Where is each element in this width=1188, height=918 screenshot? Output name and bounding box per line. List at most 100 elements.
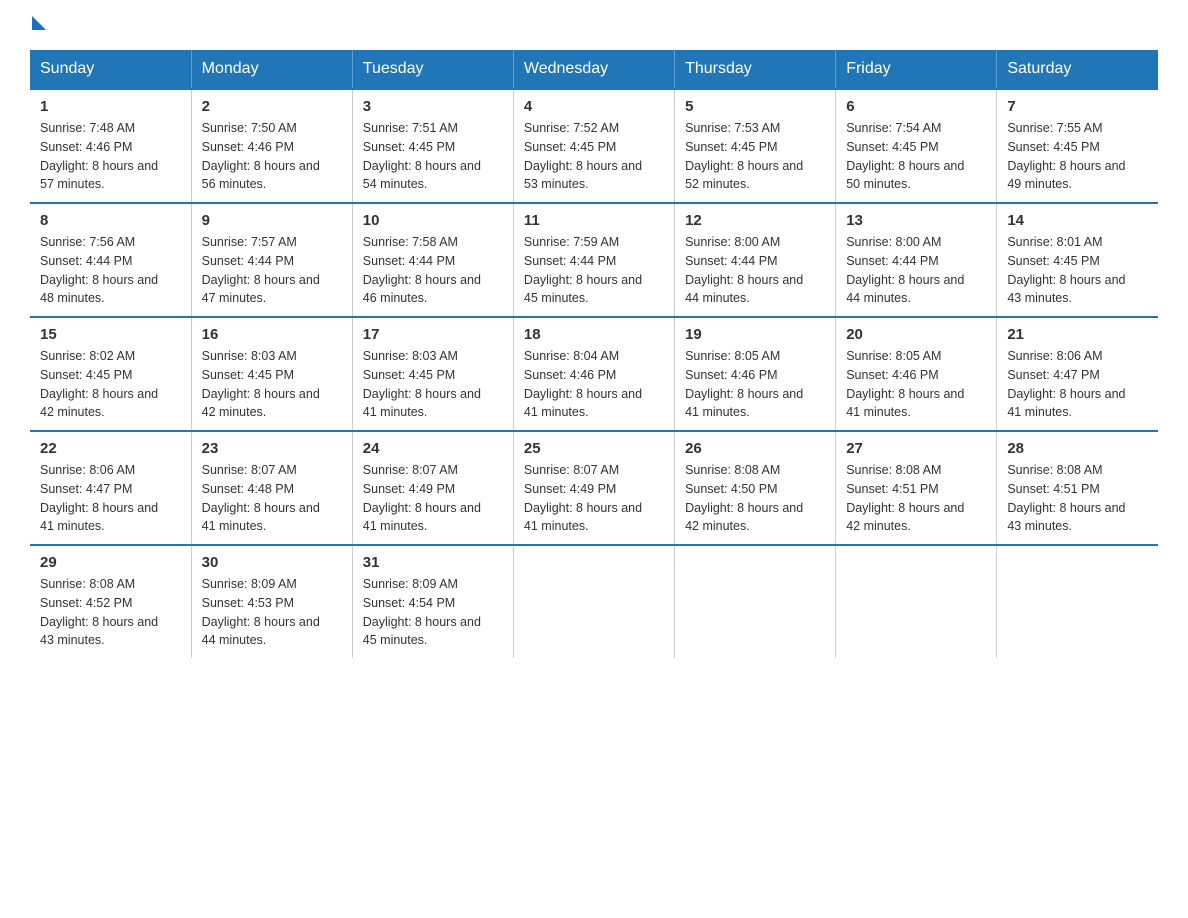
calendar-cell: 15 Sunrise: 8:02 AM Sunset: 4:45 PM Dayl… — [30, 317, 191, 431]
page-header — [30, 20, 1158, 30]
day-number: 17 — [363, 326, 503, 343]
calendar-cell: 21 Sunrise: 8:06 AM Sunset: 4:47 PM Dayl… — [997, 317, 1158, 431]
header-thursday: Thursday — [675, 50, 836, 89]
header-monday: Monday — [191, 50, 352, 89]
day-number: 4 — [524, 98, 664, 115]
day-info: Sunrise: 7:51 AM Sunset: 4:45 PM Dayligh… — [363, 119, 503, 194]
day-info: Sunrise: 8:01 AM Sunset: 4:45 PM Dayligh… — [1007, 233, 1148, 308]
calendar-cell: 9 Sunrise: 7:57 AM Sunset: 4:44 PM Dayli… — [191, 203, 352, 317]
day-number: 9 — [202, 212, 342, 229]
calendar-cell: 6 Sunrise: 7:54 AM Sunset: 4:45 PM Dayli… — [836, 89, 997, 203]
day-number: 21 — [1007, 326, 1148, 343]
calendar-cell: 19 Sunrise: 8:05 AM Sunset: 4:46 PM Dayl… — [675, 317, 836, 431]
day-number: 12 — [685, 212, 825, 229]
day-info: Sunrise: 8:03 AM Sunset: 4:45 PM Dayligh… — [202, 347, 342, 422]
day-number: 31 — [363, 554, 503, 571]
day-info: Sunrise: 8:08 AM Sunset: 4:51 PM Dayligh… — [846, 461, 986, 536]
day-info: Sunrise: 7:52 AM Sunset: 4:45 PM Dayligh… — [524, 119, 664, 194]
calendar-cell: 23 Sunrise: 8:07 AM Sunset: 4:48 PM Dayl… — [191, 431, 352, 545]
calendar-cell: 12 Sunrise: 8:00 AM Sunset: 4:44 PM Dayl… — [675, 203, 836, 317]
day-info: Sunrise: 8:07 AM Sunset: 4:48 PM Dayligh… — [202, 461, 342, 536]
day-number: 13 — [846, 212, 986, 229]
day-number: 19 — [685, 326, 825, 343]
day-number: 15 — [40, 326, 181, 343]
day-info: Sunrise: 7:54 AM Sunset: 4:45 PM Dayligh… — [846, 119, 986, 194]
calendar-header-row: SundayMondayTuesdayWednesdayThursdayFrid… — [30, 50, 1158, 89]
day-info: Sunrise: 8:05 AM Sunset: 4:46 PM Dayligh… — [846, 347, 986, 422]
calendar-cell — [675, 545, 836, 658]
day-number: 25 — [524, 440, 664, 457]
day-info: Sunrise: 8:09 AM Sunset: 4:54 PM Dayligh… — [363, 575, 503, 650]
calendar-cell: 4 Sunrise: 7:52 AM Sunset: 4:45 PM Dayli… — [513, 89, 674, 203]
logo-triangle-icon — [32, 16, 46, 30]
logo — [30, 20, 46, 30]
day-number: 20 — [846, 326, 986, 343]
day-info: Sunrise: 8:07 AM Sunset: 4:49 PM Dayligh… — [363, 461, 503, 536]
day-info: Sunrise: 8:04 AM Sunset: 4:46 PM Dayligh… — [524, 347, 664, 422]
day-info: Sunrise: 8:08 AM Sunset: 4:51 PM Dayligh… — [1007, 461, 1148, 536]
calendar-cell: 1 Sunrise: 7:48 AM Sunset: 4:46 PM Dayli… — [30, 89, 191, 203]
day-info: Sunrise: 8:00 AM Sunset: 4:44 PM Dayligh… — [685, 233, 825, 308]
day-number: 7 — [1007, 98, 1148, 115]
day-info: Sunrise: 8:08 AM Sunset: 4:52 PM Dayligh… — [40, 575, 181, 650]
calendar-week-row: 15 Sunrise: 8:02 AM Sunset: 4:45 PM Dayl… — [30, 317, 1158, 431]
day-number: 3 — [363, 98, 503, 115]
calendar-cell: 29 Sunrise: 8:08 AM Sunset: 4:52 PM Dayl… — [30, 545, 191, 658]
day-number: 8 — [40, 212, 181, 229]
calendar-cell: 10 Sunrise: 7:58 AM Sunset: 4:44 PM Dayl… — [352, 203, 513, 317]
calendar-cell: 7 Sunrise: 7:55 AM Sunset: 4:45 PM Dayli… — [997, 89, 1158, 203]
day-number: 22 — [40, 440, 181, 457]
day-number: 24 — [363, 440, 503, 457]
day-info: Sunrise: 8:02 AM Sunset: 4:45 PM Dayligh… — [40, 347, 181, 422]
header-friday: Friday — [836, 50, 997, 89]
day-number: 27 — [846, 440, 986, 457]
calendar-cell: 27 Sunrise: 8:08 AM Sunset: 4:51 PM Dayl… — [836, 431, 997, 545]
calendar-cell: 25 Sunrise: 8:07 AM Sunset: 4:49 PM Dayl… — [513, 431, 674, 545]
day-number: 18 — [524, 326, 664, 343]
day-number: 23 — [202, 440, 342, 457]
calendar-week-row: 1 Sunrise: 7:48 AM Sunset: 4:46 PM Dayli… — [30, 89, 1158, 203]
calendar-cell — [836, 545, 997, 658]
calendar-cell: 17 Sunrise: 8:03 AM Sunset: 4:45 PM Dayl… — [352, 317, 513, 431]
calendar-cell: 5 Sunrise: 7:53 AM Sunset: 4:45 PM Dayli… — [675, 89, 836, 203]
calendar-cell: 22 Sunrise: 8:06 AM Sunset: 4:47 PM Dayl… — [30, 431, 191, 545]
day-number: 14 — [1007, 212, 1148, 229]
calendar-cell — [997, 545, 1158, 658]
day-number: 11 — [524, 212, 664, 229]
day-info: Sunrise: 8:06 AM Sunset: 4:47 PM Dayligh… — [1007, 347, 1148, 422]
day-number: 28 — [1007, 440, 1148, 457]
day-info: Sunrise: 7:48 AM Sunset: 4:46 PM Dayligh… — [40, 119, 181, 194]
day-info: Sunrise: 8:09 AM Sunset: 4:53 PM Dayligh… — [202, 575, 342, 650]
calendar-cell: 13 Sunrise: 8:00 AM Sunset: 4:44 PM Dayl… — [836, 203, 997, 317]
calendar-cell: 26 Sunrise: 8:08 AM Sunset: 4:50 PM Dayl… — [675, 431, 836, 545]
calendar-week-row: 8 Sunrise: 7:56 AM Sunset: 4:44 PM Dayli… — [30, 203, 1158, 317]
day-number: 16 — [202, 326, 342, 343]
day-info: Sunrise: 8:07 AM Sunset: 4:49 PM Dayligh… — [524, 461, 664, 536]
day-info: Sunrise: 7:55 AM Sunset: 4:45 PM Dayligh… — [1007, 119, 1148, 194]
calendar-cell — [513, 545, 674, 658]
day-number: 6 — [846, 98, 986, 115]
calendar-cell: 8 Sunrise: 7:56 AM Sunset: 4:44 PM Dayli… — [30, 203, 191, 317]
day-info: Sunrise: 7:57 AM Sunset: 4:44 PM Dayligh… — [202, 233, 342, 308]
calendar-cell: 28 Sunrise: 8:08 AM Sunset: 4:51 PM Dayl… — [997, 431, 1158, 545]
day-info: Sunrise: 7:50 AM Sunset: 4:46 PM Dayligh… — [202, 119, 342, 194]
day-info: Sunrise: 7:58 AM Sunset: 4:44 PM Dayligh… — [363, 233, 503, 308]
header-sunday: Sunday — [30, 50, 191, 89]
day-info: Sunrise: 7:59 AM Sunset: 4:44 PM Dayligh… — [524, 233, 664, 308]
day-info: Sunrise: 8:03 AM Sunset: 4:45 PM Dayligh… — [363, 347, 503, 422]
calendar-cell: 14 Sunrise: 8:01 AM Sunset: 4:45 PM Dayl… — [997, 203, 1158, 317]
header-tuesday: Tuesday — [352, 50, 513, 89]
calendar-table: SundayMondayTuesdayWednesdayThursdayFrid… — [30, 50, 1158, 658]
day-number: 10 — [363, 212, 503, 229]
day-number: 30 — [202, 554, 342, 571]
day-number: 5 — [685, 98, 825, 115]
day-info: Sunrise: 8:05 AM Sunset: 4:46 PM Dayligh… — [685, 347, 825, 422]
header-saturday: Saturday — [997, 50, 1158, 89]
day-info: Sunrise: 7:53 AM Sunset: 4:45 PM Dayligh… — [685, 119, 825, 194]
calendar-cell: 11 Sunrise: 7:59 AM Sunset: 4:44 PM Dayl… — [513, 203, 674, 317]
calendar-cell: 30 Sunrise: 8:09 AM Sunset: 4:53 PM Dayl… — [191, 545, 352, 658]
calendar-cell: 3 Sunrise: 7:51 AM Sunset: 4:45 PM Dayli… — [352, 89, 513, 203]
calendar-week-row: 22 Sunrise: 8:06 AM Sunset: 4:47 PM Dayl… — [30, 431, 1158, 545]
day-info: Sunrise: 8:00 AM Sunset: 4:44 PM Dayligh… — [846, 233, 986, 308]
day-number: 29 — [40, 554, 181, 571]
